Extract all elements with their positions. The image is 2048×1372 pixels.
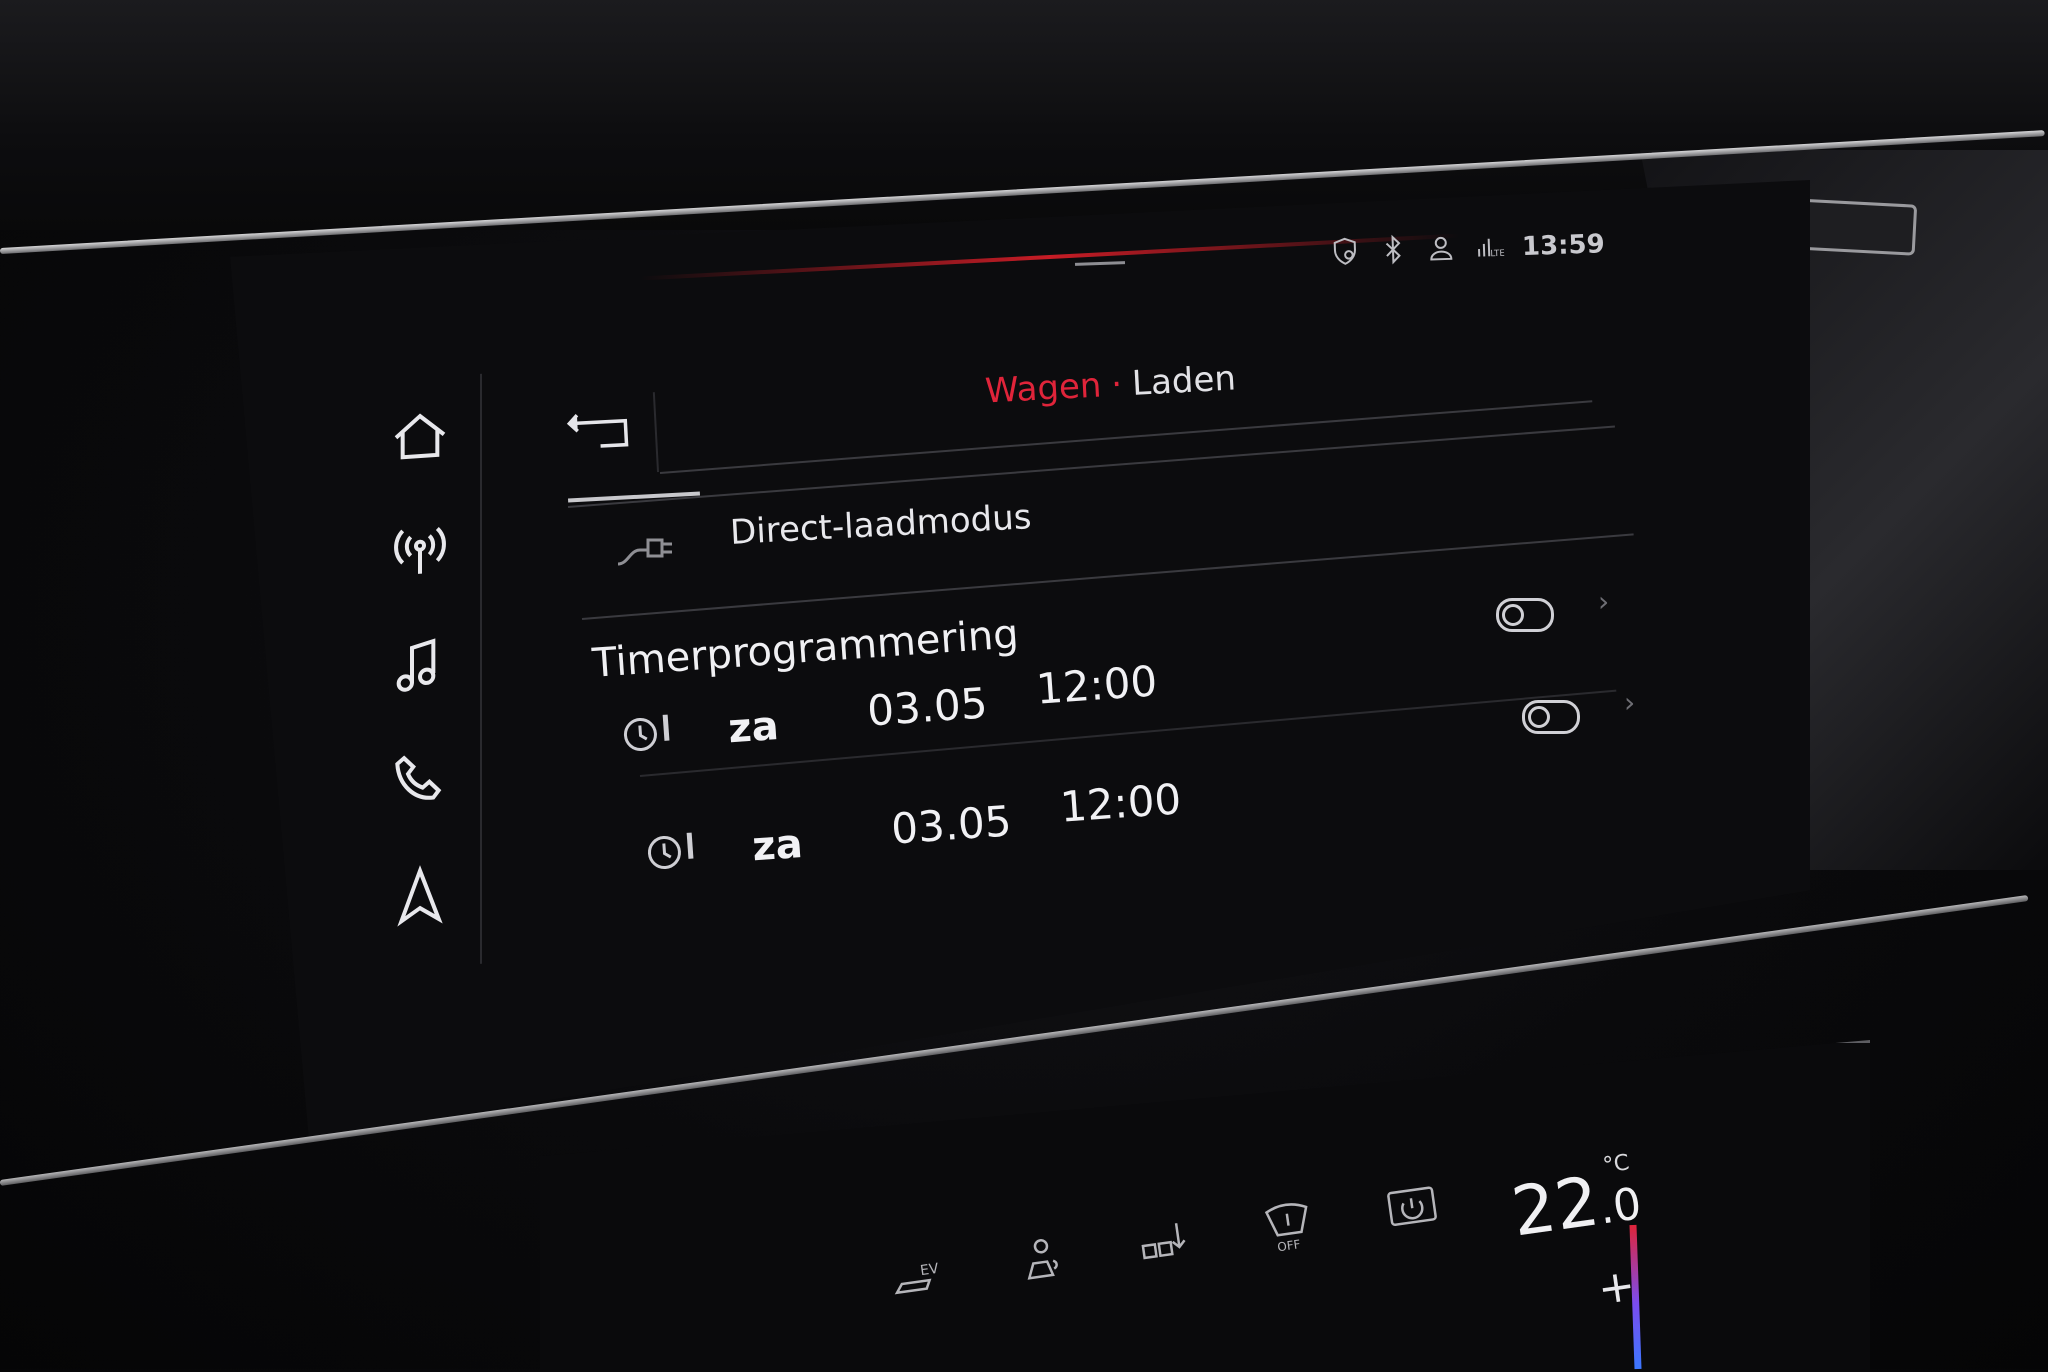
windshield-heating-button[interactable]: OFF [1249, 1188, 1328, 1267]
status-bar: LTE 13:59 [1329, 227, 1605, 271]
radio-broadcast-icon [388, 517, 452, 589]
timer-date: 03.05 [865, 678, 990, 736]
timer-1-chevron-icon[interactable]: › [1598, 585, 1609, 618]
sidebar-item-navigation[interactable] [380, 855, 460, 941]
svg-text:LTE: LTE [1490, 249, 1504, 260]
temperature-unit: °C [1601, 1150, 1631, 1179]
charging-plug-icon [612, 520, 682, 574]
sidebar-item-radio[interactable] [380, 510, 460, 596]
windshield-heating-off-icon: OFF [1257, 1194, 1321, 1261]
breadcrumb-current: Laden [1131, 358, 1237, 404]
clock: 13:59 [1521, 229, 1606, 263]
breadcrumb: Wagen · Laden [984, 358, 1237, 411]
breadcrumb-parent[interactable]: Wagen [984, 366, 1102, 412]
temperature-decimal: .0 [1595, 1178, 1645, 1235]
phone-icon [388, 747, 452, 819]
toggle-knob [1528, 706, 1550, 728]
lte-signal-icon: LTE [1473, 231, 1505, 266]
parking-sensor-icon [1133, 1211, 1197, 1278]
timer-day: za [750, 820, 805, 871]
navigation-arrow-icon [388, 862, 452, 934]
ev-label: EV [919, 1261, 940, 1279]
timer-section-title: Timerprogrammering [590, 611, 1021, 687]
back-button[interactable] [542, 392, 660, 478]
ev-mode-icon: EV [886, 1246, 950, 1313]
timer-date: 03.05 [889, 796, 1014, 854]
ev-mode-button[interactable]: EV [878, 1240, 957, 1319]
sidebar [360, 373, 482, 973]
windshield-off-label: OFF [1276, 1237, 1301, 1254]
temperature-value: 22 [1507, 1162, 1604, 1253]
toggle-knob [1502, 604, 1524, 626]
parking-sensor-button[interactable] [1125, 1205, 1204, 1284]
back-arrow-icon [559, 408, 642, 462]
music-note-icon [388, 632, 452, 704]
seat-heating-icon [1009, 1229, 1073, 1296]
sidebar-item-phone[interactable] [380, 740, 460, 826]
timer-day: za [726, 702, 781, 753]
power-display-icon [1381, 1177, 1445, 1244]
timer-time: 12:00 [1058, 774, 1183, 832]
display-power-button[interactable] [1373, 1171, 1452, 1250]
timer-2-chevron-icon[interactable]: › [1624, 686, 1635, 719]
timer-time: 12:00 [1034, 656, 1159, 714]
location-shield-icon [1329, 236, 1360, 271]
timer-2-toggle[interactable] [1522, 700, 1580, 734]
user-profile-icon [1425, 232, 1456, 267]
pull-down-handle[interactable] [1074, 261, 1126, 266]
direct-charge-mode-button[interactable]: Direct-laadmodus [729, 497, 1032, 553]
timer-clock-icon [643, 826, 706, 880]
bluetooth-icon [1377, 234, 1408, 269]
seat-heating-button[interactable] [1002, 1223, 1081, 1302]
sidebar-item-home[interactable] [380, 395, 460, 481]
sidebar-item-media[interactable] [380, 625, 460, 711]
timer-clock-icon [619, 708, 682, 762]
home-icon [388, 402, 452, 474]
timer-1-toggle[interactable] [1496, 598, 1554, 632]
breadcrumb-separator: · [1110, 364, 1124, 405]
